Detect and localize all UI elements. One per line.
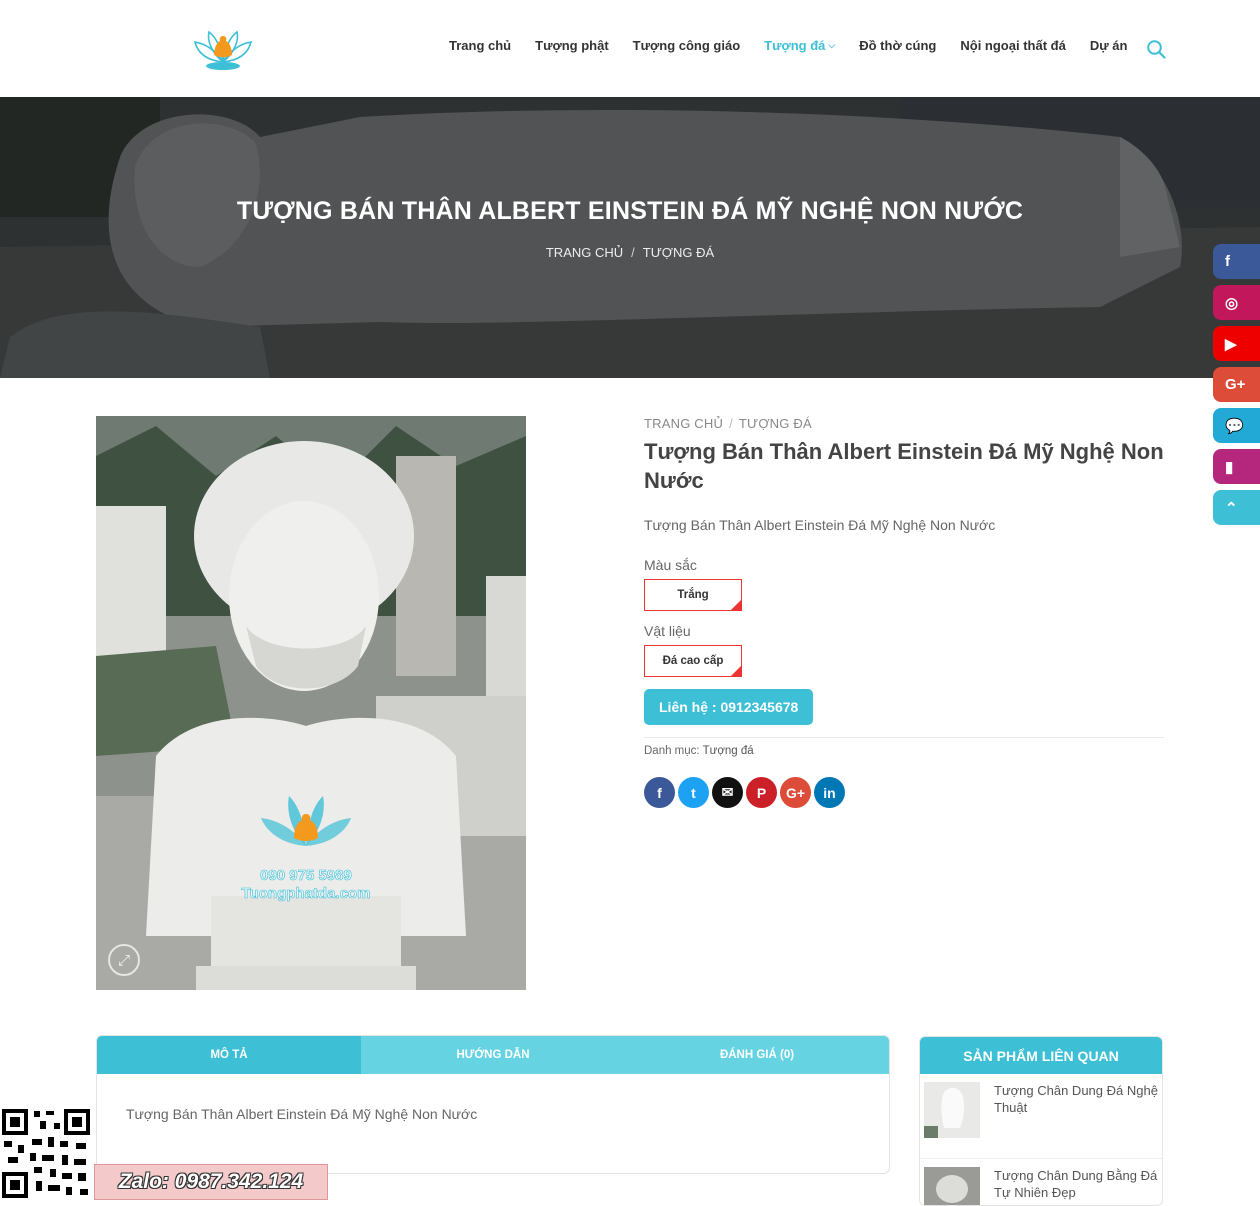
reclining-buddha-background [0,97,1260,378]
zalo-contact-button[interactable]: Zalo: 0987.342.124 [94,1164,328,1200]
share-email-icon[interactable]: ✉ [712,777,743,808]
nav-item-label: Tượng đá [764,38,826,53]
watermark-site: Tuongphatda.com [242,885,371,902]
category-link[interactable]: Tượng đá [703,745,754,757]
tab-panel-description: Tượng Bán Thân Albert Einstein Đá Mỹ Ngh… [126,1106,478,1122]
color-swatch-trang[interactable]: Trắng [644,579,742,611]
social-book-button[interactable]: ▮ [1213,449,1260,484]
related-product-item[interactable]: Tượng Chân Dung Đá Nghệ Thuật [920,1074,1162,1159]
back-to-top-icon: ⌃ [1225,499,1238,517]
breadcrumb-separator: / [631,245,635,260]
share-icons: f t ✉ P G+ in [644,777,1164,808]
breadcrumb-category-link[interactable]: TƯỢNG ĐÁ [739,416,812,431]
product-image[interactable]: 090 975 5989 Tuongphatda.com ⤢ [96,416,526,990]
nav-item-tuong-cong-giao[interactable]: Tượng công giáo [633,38,740,53]
breadcrumb-category-link[interactable]: TƯỢNG ĐÁ [643,245,714,260]
expand-image-icon[interactable]: ⤢ [108,944,140,976]
nav-item-du-an[interactable]: Dự án [1090,38,1128,53]
site-header: Trang chủ Tượng phật Tượng công giáo Tượ… [0,0,1260,97]
share-facebook-icon[interactable]: f [644,777,675,808]
product-breadcrumb: TRANG CHỦ / TƯỢNG ĐÁ [644,416,1164,431]
share-twitter-icon[interactable]: t [678,777,709,808]
qr-code-icon[interactable] [0,1107,92,1200]
share-linkedin-icon[interactable]: in [814,777,845,808]
nav-item-noi-ngoai-that-da[interactable]: Nội ngoại thất đá [960,38,1065,53]
nav-item-trang-chu[interactable]: Trang chủ [449,38,511,53]
lotus-logo-icon[interactable] [193,22,253,74]
tab-bar: MÔ TẢ HƯỚNG DẪN ĐÁNH GIÁ (0) [97,1036,889,1074]
floating-social-bar: f ◎ ▶ G+ 💬 ▮ ⌃ [1213,244,1260,531]
product-title: Tượng Bán Thân Albert Einstein Đá Mỹ Ngh… [644,439,1164,493]
back-to-top-button[interactable]: ⌃ [1213,490,1260,525]
social-instagram-button[interactable]: ◎ [1213,285,1260,320]
share-google-plus-icon[interactable]: G+ [780,777,811,808]
related-product-name[interactable]: Tượng Chân Dung Đá Nghệ Thuật [994,1082,1158,1158]
youtube-icon: ▶ [1225,335,1237,353]
product-tabs: MÔ TẢ HƯỚNG DẪN ĐÁNH GIÁ (0) Tượng Bán T… [96,1035,890,1174]
chat-icon: 💬 [1225,417,1244,435]
chevron-down-icon: ⌵ [828,40,836,50]
category-prefix: Danh mục: [644,745,700,757]
contact-phone-button[interactable]: Liên hệ : 0912345678 [644,689,814,725]
tab-huong-dan[interactable]: HƯỚNG DẪN [361,1036,625,1074]
color-attribute-label: Màu sắc [644,557,697,573]
related-products: SẢN PHẨM LIÊN QUAN Tượng Chân Dung Đá Ng… [919,1036,1163,1206]
social-chat-button[interactable]: 💬 [1213,408,1260,443]
breadcrumb-home-link[interactable]: TRANG CHỦ [644,416,723,431]
google-plus-icon: G+ [1225,376,1246,393]
instagram-icon: ◎ [1225,294,1239,312]
page-title: TƯỢNG BÁN THÂN ALBERT EINSTEIN ĐÁ MỸ NGH… [236,197,1024,225]
product-short-description: Tượng Bán Thân Albert Einstein Đá Mỹ Ngh… [644,517,996,533]
product-category: Danh mục: Tượng đá [644,745,1164,757]
nav-item-tuong-phat[interactable]: Tượng phật [535,38,609,53]
share-pinterest-icon[interactable]: P [746,777,777,808]
tab-mo-ta[interactable]: MÔ TẢ [97,1036,361,1074]
watermark-phone: 090 975 5989 [260,867,352,884]
related-product-name[interactable]: Tượng Chân Dung Bằng Đá Tự Nhiên Đẹp [994,1167,1158,1205]
einstein-bust-photo: 090 975 5989 Tuongphatda.com [96,416,526,990]
material-attribute-label: Vật liệu [644,623,691,639]
related-product-thumbnail[interactable] [924,1082,980,1138]
breadcrumb-separator: / [729,416,733,431]
social-facebook-button[interactable]: f [1213,244,1260,279]
related-product-item[interactable]: Tượng Chân Dung Bằng Đá Tự Nhiên Đẹp [920,1159,1162,1205]
related-products-title: SẢN PHẨM LIÊN QUAN [920,1037,1162,1074]
social-youtube-button[interactable]: ▶ [1213,326,1260,361]
breadcrumb-home-link[interactable]: TRANG CHỦ [546,245,623,260]
page-hero-banner: TƯỢNG BÁN THÂN ALBERT EINSTEIN ĐÁ MỸ NGH… [0,97,1260,378]
product-summary: TRANG CHỦ / TƯỢNG ĐÁ Tượng Bán Thân Albert… [644,416,1164,808]
material-swatch-da-cao-cap[interactable]: Đá cao cấp [644,645,742,677]
tab-danh-gia[interactable]: ĐÁNH GIÁ (0) [625,1036,889,1074]
nav-item-tuong-da[interactable]: Tượng đá ⌵ [764,38,835,53]
hero-breadcrumb: TRANG CHỦ / TƯỢNG ĐÁ [0,245,1260,260]
divider [644,737,1164,738]
main-nav: Trang chủ Tượng phật Tượng công giáo Tượ… [449,38,1151,53]
related-product-thumbnail[interactable] [924,1167,980,1205]
facebook-icon: f [1225,253,1230,270]
book-icon: ▮ [1225,458,1234,476]
search-icon[interactable] [1146,39,1166,59]
social-google-plus-button[interactable]: G+ [1213,367,1260,402]
nav-item-do-tho-cung[interactable]: Đồ thờ cúng [859,38,936,53]
